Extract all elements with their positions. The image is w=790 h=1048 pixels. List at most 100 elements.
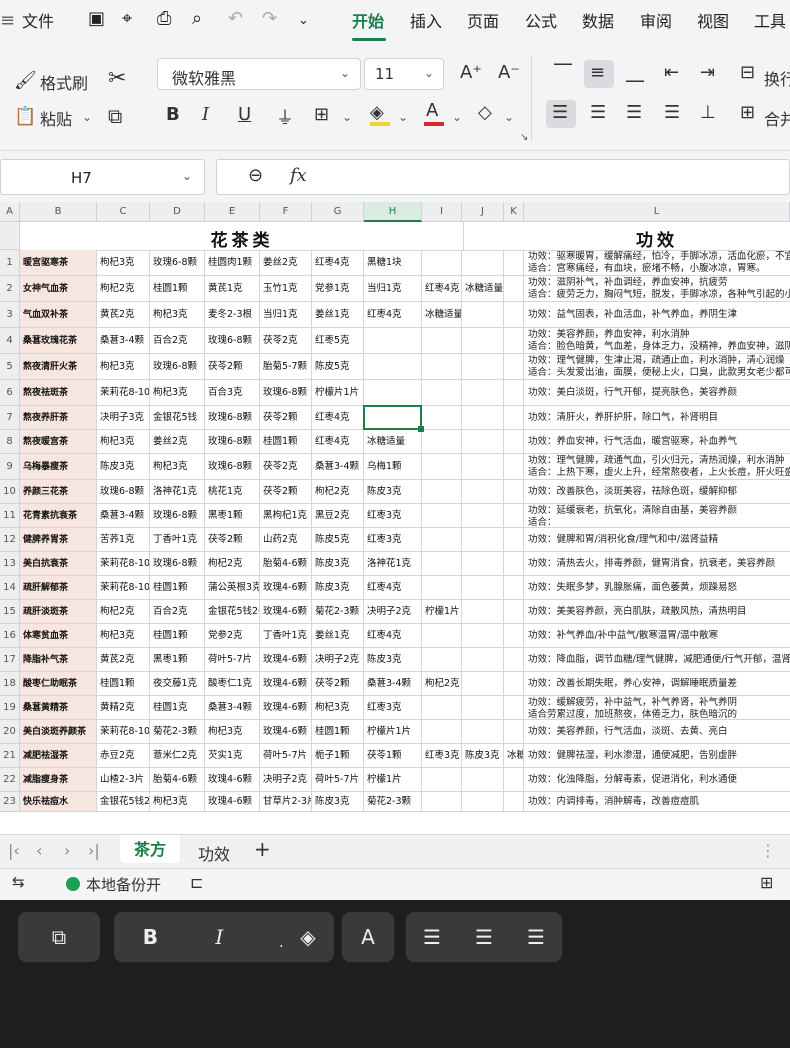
tea-name-cell[interactable]: 桑葚黄精茶 [20,696,97,720]
print-preview-icon[interactable]: ⌕ [192,8,202,29]
decrease-indent-icon[interactable]: ⇤ [664,62,679,83]
ingredient-cell[interactable]: 冰糖 [504,744,524,768]
font-color-chevron-icon[interactable]: ⌄ [452,110,462,124]
save-icon[interactable]: ▣ [88,8,105,29]
ingredient-cell[interactable] [462,354,504,380]
ingredient-cell[interactable]: 荷叶5-7片 [205,648,260,672]
ingredient-cell[interactable] [422,454,462,480]
ingredient-cell[interactable] [462,302,504,328]
float-italic-icon[interactable]: I [215,912,223,962]
ingredient-cell[interactable]: 玫瑰6-8颗 [150,250,205,276]
ingredient-cell[interactable]: 玫瑰6-8颗 [205,328,260,354]
ingredient-cell[interactable]: 桑葚3-4颗 [97,328,150,354]
ingredient-cell[interactable]: 红枣4克 [364,302,422,328]
ingredient-cell[interactable]: 玉竹1克 [260,276,312,302]
row-header-12[interactable]: 12 [0,528,20,552]
ingredient-cell[interactable]: 枸杞3克 [150,380,205,406]
effect-cell[interactable]: 功效：补气养血/补中益气/散寒温胃/温中散寒 [524,624,790,648]
ingredient-cell[interactable] [504,552,524,576]
row-header-7[interactable]: 7 [0,406,20,430]
ingredient-cell[interactable]: 茯苓2克 [260,328,312,354]
ingredient-cell[interactable]: 桑葚3-4颗 [205,696,260,720]
ingredient-cell[interactable]: 玫瑰4-6颗 [205,768,260,792]
ingredient-cell[interactable]: 枸杞2克 [205,552,260,576]
increase-indent-icon[interactable]: ⇥ [700,62,715,83]
ingredient-cell[interactable] [462,720,504,744]
col-header-l[interactable]: L [524,202,790,222]
row-header-10[interactable]: 10 [0,480,20,504]
paste-button[interactable]: 粘贴 [40,106,72,130]
ingredient-cell[interactable]: 冰糖适量 [364,430,422,454]
ingredient-cell[interactable]: 胎菊5-7颗 [260,354,312,380]
ingredient-cell[interactable]: 玫瑰4-6颗 [260,672,312,696]
ingredient-cell[interactable]: 姜丝1克 [312,624,364,648]
backup-status[interactable]: 本地备份开 [86,874,161,895]
ingredient-cell[interactable] [422,552,462,576]
ingredient-cell[interactable]: 黑豆2克 [312,504,364,528]
ingredient-cell[interactable]: 桂圆肉1颗 [205,250,260,276]
col-header-f[interactable]: F [260,202,312,222]
ingredient-cell[interactable]: 胎菊4-6颗 [150,768,205,792]
ingredient-cell[interactable] [504,768,524,792]
col-header-i[interactable]: I [422,202,462,222]
col-header-c[interactable]: C [97,202,150,222]
tab-tools[interactable]: 工具 [754,8,786,32]
ingredient-cell[interactable]: 玫瑰4-6颗 [260,696,312,720]
ingredient-cell[interactable]: 茉莉花8-10 [97,552,150,576]
print-icon[interactable]: ⎙ [157,8,171,29]
ingredient-cell[interactable]: 当归1克 [364,276,422,302]
menu-icon[interactable]: ≡ [0,10,15,31]
ingredient-cell[interactable]: 柠檬1片 [422,600,462,624]
ingredient-cell[interactable]: 黄芪2克 [97,302,150,328]
align-top-icon[interactable]: ⎺ [554,62,572,83]
tab-review[interactable]: 审阅 [640,8,672,32]
ingredient-cell[interactable]: 黑枣1颗 [205,504,260,528]
ingredient-cell[interactable] [504,648,524,672]
float-align-left-icon[interactable]: ☰ [423,912,441,962]
ingredient-cell[interactable]: 陈皮5克 [312,528,364,552]
tea-name-cell[interactable]: 养颜三花茶 [20,480,97,504]
merge-icon[interactable]: ⊞ [740,102,755,123]
ingredient-cell[interactable] [504,454,524,480]
ingredient-cell[interactable] [422,576,462,600]
ingredient-cell[interactable] [462,528,504,552]
ingredient-cell[interactable]: 山药2克 [260,528,312,552]
row-header-20[interactable]: 20 [0,720,20,744]
tea-name-cell[interactable]: 熬夜祛斑茶 [20,380,97,406]
ingredient-cell[interactable] [364,354,422,380]
menu-file[interactable]: 文件 [22,8,54,32]
ingredient-cell[interactable] [462,600,504,624]
ingredient-cell[interactable]: 决明子2克 [364,600,422,624]
ingredient-cell[interactable]: 冰糖适量 [462,276,504,302]
float-align-center-icon[interactable]: ☰ [475,912,493,962]
tea-name-cell[interactable]: 美白抗衰茶 [20,552,97,576]
effect-cell[interactable]: 功效：延缓衰老，抗氧化，清除自由基，美容养颜 适合： [524,504,790,528]
ingredient-cell[interactable] [504,328,524,354]
undo-icon[interactable]: ↶ [228,8,243,29]
effect-cell[interactable]: 功效：失眠多梦，乳腺胀痛，面色萎黄，烦躁易怒 [524,576,790,600]
tea-name-cell[interactable]: 气血双补茶 [20,302,97,328]
name-box[interactable]: H7 [0,159,205,195]
ingredient-cell[interactable]: 枸杞3克 [312,696,364,720]
ingredient-cell[interactable] [422,768,462,792]
ingredient-cell[interactable]: 玫瑰4-6颗 [260,576,312,600]
ingredient-cell[interactable] [504,250,524,276]
tea-name-cell[interactable]: 减脂瘦身茶 [20,768,97,792]
effect-cell[interactable]: 功效：美白淡斑，行气开郁，提亮肤色，美容养颜 [524,380,790,406]
ingredient-cell[interactable]: 红枣3克 [422,744,462,768]
float-bold-icon[interactable]: B [143,912,158,962]
align-right-icon[interactable]: ☰ [626,102,642,123]
border-chevron-icon[interactable]: ⌄ [342,110,352,124]
ingredient-cell[interactable]: 桑葚3-4颗 [364,672,422,696]
next-sheet-icon[interactable]: › [64,841,70,860]
ingredient-cell[interactable] [364,328,422,354]
ingredient-cell[interactable]: 玫瑰6-8颗 [150,504,205,528]
ingredient-cell[interactable]: 决明子2克 [260,768,312,792]
selected-cell-h7[interactable] [363,405,424,432]
col-header-e[interactable]: E [205,202,260,222]
ingredient-cell[interactable]: 枸杞3克 [97,624,150,648]
ingredient-cell[interactable] [462,648,504,672]
ingredient-cell[interactable] [462,792,504,812]
align-bottom-icon[interactable]: ⎽ [626,62,644,83]
tea-name-cell[interactable]: 熬夜清肝火茶 [20,354,97,380]
